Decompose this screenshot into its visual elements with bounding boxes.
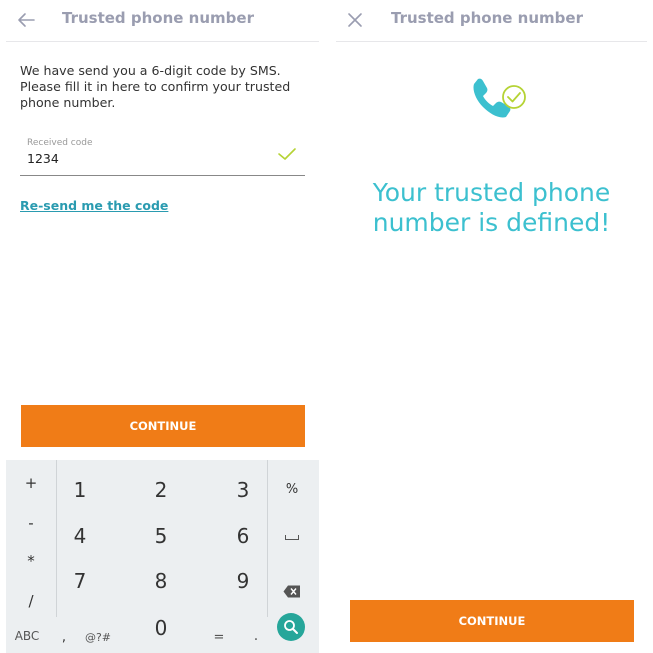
page-title: Trusted phone number [62,9,254,27]
field-label: Received code [27,138,93,148]
search-icon [284,620,298,634]
key-2[interactable]: 2 [131,470,191,510]
key-star[interactable]: * [11,546,51,576]
key-equals[interactable]: = [212,630,226,645]
search-key[interactable] [277,613,305,641]
backspace-icon [283,585,300,598]
received-code-input[interactable] [27,151,227,166]
close-icon[interactable] [343,8,367,32]
continue-button[interactable]: CONTINUE [350,600,634,642]
received-code-field: Received code [20,138,305,176]
key-3[interactable]: 3 [213,470,273,510]
phone-check-icon [473,78,526,118]
key-backspace[interactable] [272,576,312,606]
instructions-text: We have send you a 6-digit code by SMS. … [20,63,291,110]
space-icon [285,535,299,540]
confirmation-screen: Trusted phone number Your trusted phone … [330,0,653,653]
key-6[interactable]: 6 [213,516,273,556]
key-abc[interactable]: ABC [10,629,44,643]
app-bar: Trusted phone number [330,0,653,42]
success-message: Your trusted phone number is defined! [372,178,611,237]
numeric-keyboard: + - * / 1 2 3 4 5 6 7 8 9 0 % ABC , @?# … [6,460,319,653]
key-7[interactable]: 7 [50,561,110,601]
code-entry-screen: Trusted phone number We have send you a … [0,0,325,653]
key-9[interactable]: 9 [213,561,273,601]
key-0[interactable]: 0 [131,608,191,648]
divider [6,41,319,42]
key-1[interactable]: 1 [50,470,110,510]
key-5[interactable]: 5 [131,516,191,556]
continue-button[interactable]: CONTINUE [21,405,305,447]
key-slash[interactable]: / [11,586,51,616]
key-plus[interactable]: + [11,468,51,498]
arrow-left-icon[interactable] [14,8,38,32]
key-minus[interactable]: - [11,508,51,538]
key-8[interactable]: 8 [131,561,191,601]
key-percent[interactable]: % [272,475,312,505]
key-4[interactable]: 4 [50,516,110,556]
checkmark-icon [278,148,296,160]
key-comma[interactable]: , [58,630,70,645]
key-symbols[interactable]: @?# [80,631,116,644]
app-bar: Trusted phone number [0,0,325,42]
divider [336,41,647,42]
page-title: Trusted phone number [391,9,583,27]
resend-code-link[interactable]: Re-send me the code [20,198,168,213]
key-space[interactable] [272,522,312,552]
key-period[interactable]: . [250,628,262,644]
